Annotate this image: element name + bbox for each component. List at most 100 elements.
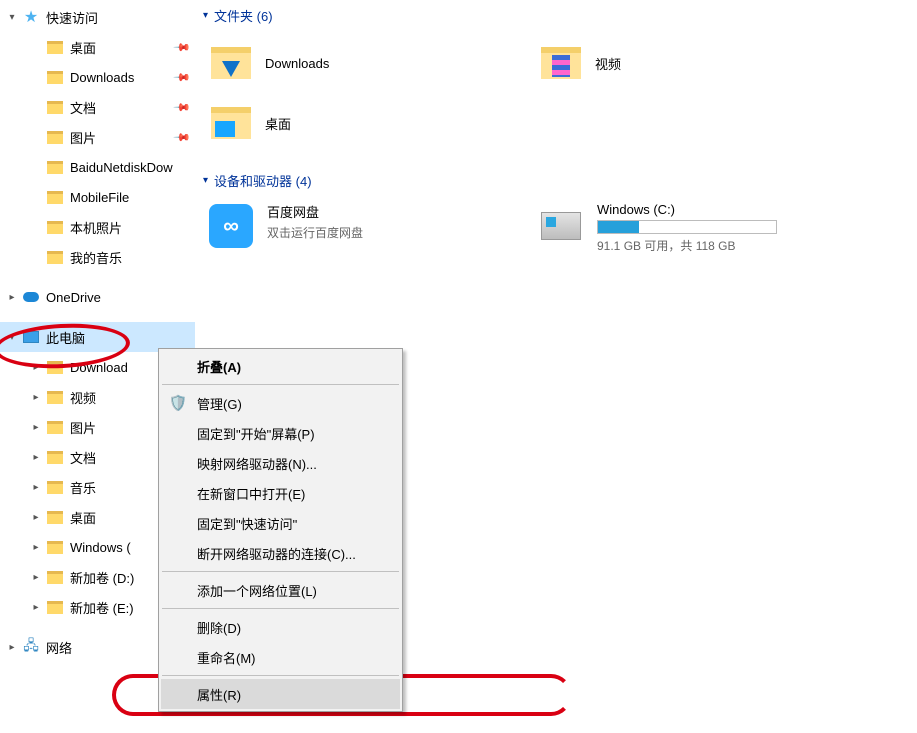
chevron-right-icon[interactable]: ▸ [4, 639, 20, 655]
network-icon: 🖧 [22, 638, 40, 656]
chevron-down-icon: ▾ [203, 10, 208, 21]
star-icon: ★ [22, 8, 40, 26]
menu-item[interactable]: 折叠(A) [161, 351, 400, 381]
tree-label: MobileFile [70, 190, 129, 205]
menu-item[interactable]: 🛡️ 管理(G) [161, 388, 400, 418]
folder-label: Downloads [265, 56, 329, 71]
baidu-icon: ∞ [209, 204, 253, 248]
drive-title: 百度网盘 [267, 202, 363, 221]
tree-label: Windows ( [70, 540, 131, 555]
menu-item[interactable]: 在新窗口中打开(E) [161, 478, 400, 508]
chevron-right-icon[interactable]: ▸ [4, 289, 20, 305]
tree-label: 新加卷 (E:) [70, 598, 134, 617]
folder-icon [46, 158, 64, 176]
pin-icon: 📌 [173, 38, 192, 57]
tree-label: 本机照片 [70, 218, 122, 237]
drive-title: Windows (C:) [597, 202, 777, 217]
group-title: 文件夹 (6) [214, 6, 273, 25]
menu-item[interactable]: 属性(R) [161, 679, 400, 709]
tree-label: 快速访问 [46, 8, 98, 27]
menu-separator [162, 608, 399, 609]
tree-label: 文档 [70, 448, 96, 467]
tree-quick-access-item[interactable]: ▸ MobileFile [0, 182, 195, 212]
folder-icon [46, 388, 64, 406]
folder-item[interactable]: 视频 [533, 33, 863, 93]
menu-separator [162, 675, 399, 676]
tree-label: 我的音乐 [70, 248, 122, 267]
tree-label: 音乐 [70, 478, 96, 497]
folder-icon [46, 568, 64, 586]
menu-item-label: 管理(G) [197, 394, 242, 413]
chevron-down-icon[interactable]: ▾ [4, 329, 20, 345]
folder-icon [46, 128, 64, 146]
chevron-right-icon[interactable]: ▸ [28, 419, 44, 435]
shield-icon: 🛡️ [169, 394, 187, 412]
menu-item[interactable]: 映射网络驱动器(N)... [161, 448, 400, 478]
chevron-right-icon[interactable]: ▸ [28, 479, 44, 495]
menu-item-label: 属性(R) [197, 685, 241, 704]
chevron-right-icon[interactable]: ▸ [28, 569, 44, 585]
folder-label: 桌面 [265, 114, 291, 133]
menu-item-label: 添加一个网络位置(L) [197, 581, 317, 600]
folder-icon [46, 598, 64, 616]
drive-item[interactable]: Windows (C:)91.1 GB 可用，共 118 GB [533, 198, 863, 258]
menu-item[interactable]: 重命名(M) [161, 642, 400, 672]
tree-label: 文档 [70, 98, 96, 117]
tree-quick-access-item[interactable]: ▸ Downloads 📌 [0, 62, 195, 92]
chevron-right-icon[interactable]: ▸ [28, 449, 44, 465]
menu-item[interactable]: 删除(D) [161, 612, 400, 642]
folder-icon [46, 418, 64, 436]
menu-item[interactable]: 固定到"开始"屏幕(P) [161, 418, 400, 448]
folder-icon [46, 68, 64, 86]
group-header-drives[interactable]: ▾ 设备和驱动器 (4) [203, 167, 909, 198]
folder-item[interactable]: Downloads [203, 33, 533, 93]
desktop-folder-icon [207, 99, 255, 147]
tree-quick-access[interactable]: ▾ ★ 快速访问 [0, 2, 195, 32]
chevron-right-icon[interactable]: ▸ [28, 359, 44, 375]
folder-label: 视频 [595, 54, 621, 73]
menu-separator [162, 384, 399, 385]
pin-icon: 📌 [173, 68, 192, 87]
menu-item[interactable]: 固定到"快速访问" [161, 508, 400, 538]
menu-item-label: 映射网络驱动器(N)... [197, 454, 317, 473]
folder-icon [46, 448, 64, 466]
drive-usage-bar [597, 220, 777, 234]
tree-label: Downloads [70, 70, 134, 85]
menu-item-label: 在新窗口中打开(E) [197, 484, 305, 503]
download-folder-icon [207, 39, 255, 87]
folder-icon [46, 218, 64, 236]
chevron-right-icon[interactable]: ▸ [28, 389, 44, 405]
drive-icon [541, 212, 581, 240]
menu-separator [162, 571, 399, 572]
tree-label: 桌面 [70, 38, 96, 57]
tree-label: 图片 [70, 418, 96, 437]
tree-quick-access-item[interactable]: ▸ 我的音乐 [0, 242, 195, 272]
drive-subtitle: 双击运行百度网盘 [267, 224, 363, 241]
context-menu: 折叠(A) 🛡️ 管理(G) 固定到"开始"屏幕(P) 映射网络驱动器(N)... 在新窗… [158, 348, 403, 712]
pin-icon: 📌 [173, 98, 192, 117]
chevron-down-icon: ▾ [203, 175, 208, 186]
tree-quick-access-item[interactable]: ▸ BaiduNetdiskDow [0, 152, 195, 182]
menu-item[interactable]: 添加一个网络位置(L) [161, 575, 400, 605]
menu-item-label: 重命名(M) [197, 648, 256, 667]
folder-item[interactable]: 桌面 [203, 93, 533, 153]
video-folder-icon [537, 39, 585, 87]
tree-quick-access-item[interactable]: ▸ 文档 📌 [0, 92, 195, 122]
chevron-right-icon[interactable]: ▸ [28, 539, 44, 555]
tree-label: Download [70, 360, 128, 375]
chevron-down-icon[interactable]: ▾ [4, 9, 20, 25]
tree-quick-access-item[interactable]: ▸ 桌面 📌 [0, 32, 195, 62]
menu-item-label: 固定到"开始"屏幕(P) [197, 424, 315, 443]
drive-item[interactable]: ∞ 百度网盘双击运行百度网盘 [203, 198, 533, 258]
menu-item-label: 折叠(A) [197, 357, 241, 376]
tree-label: 此电脑 [46, 328, 85, 347]
tree-onedrive[interactable]: ▸ OneDrive [0, 282, 195, 312]
tree-label: BaiduNetdiskDow [70, 160, 173, 175]
tree-quick-access-item[interactable]: ▸ 图片 📌 [0, 122, 195, 152]
group-header-folders[interactable]: ▾ 文件夹 (6) [203, 2, 909, 33]
menu-item[interactable]: 断开网络驱动器的连接(C)... [161, 538, 400, 568]
chevron-right-icon[interactable]: ▸ [28, 599, 44, 615]
tree-label: 新加卷 (D:) [70, 568, 134, 587]
chevron-right-icon[interactable]: ▸ [28, 509, 44, 525]
tree-quick-access-item[interactable]: ▸ 本机照片 [0, 212, 195, 242]
